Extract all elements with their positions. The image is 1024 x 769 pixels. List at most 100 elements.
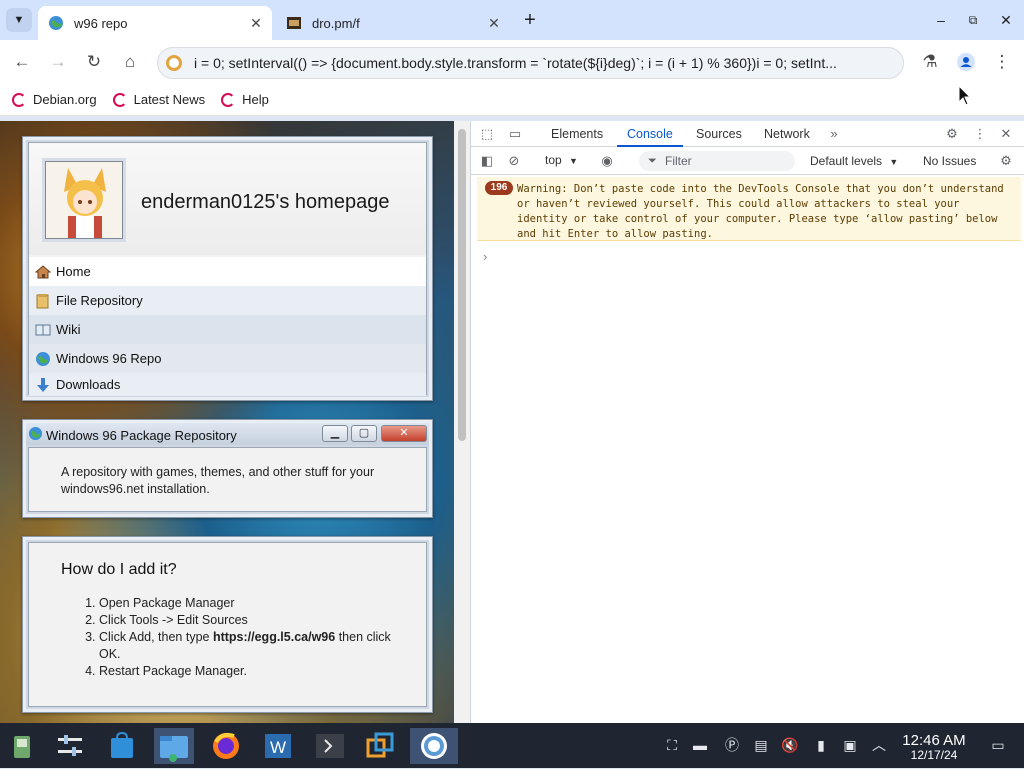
house-icon <box>35 264 51 278</box>
tray-expand-icon[interactable]: ︿ <box>869 735 889 755</box>
minimize-button[interactable]: – <box>929 8 953 32</box>
app-launcher-button[interactable] <box>4 728 40 764</box>
bookmark-latest-news[interactable]: Latest News <box>112 92 206 107</box>
warning-count-badge: 196 <box>485 181 513 195</box>
close-tab-icon[interactable]: ✕ <box>484 15 504 32</box>
issues-button[interactable]: No Issues <box>923 154 976 168</box>
profile-icon[interactable] <box>954 50 978 74</box>
labs-flask-icon[interactable]: ⚗ <box>918 50 942 74</box>
firefox-app[interactable] <box>208 728 244 764</box>
address-text[interactable]: i = 0; setInterval(() => {document.body.… <box>194 55 884 71</box>
tab-elements[interactable]: Elements <box>551 121 603 147</box>
step-text: Click Tools -> Edit Sources <box>99 613 248 627</box>
tab-title: w96 repo <box>74 15 128 31</box>
file-manager-app[interactable] <box>154 728 194 764</box>
step-text: Restart Package Manager. <box>99 664 247 678</box>
chrome-app[interactable] <box>410 728 458 764</box>
debian-icon <box>221 92 236 107</box>
nav-item-wiki[interactable]: Wiki <box>29 315 426 344</box>
restore-button[interactable]: ⧉ <box>961 8 985 32</box>
close-tab-icon[interactable]: ✕ <box>246 15 266 32</box>
settings-app[interactable] <box>52 728 88 764</box>
homepage-header: enderman0125's homepage <box>29 143 426 255</box>
context-label: top <box>545 153 562 167</box>
window-titlebar[interactable]: Windows 96 Package Repository ▁ ▢ ✕ <box>26 423 429 445</box>
film-icon <box>287 17 301 29</box>
log-levels-dropdown[interactable]: Default levels ▼ <box>810 154 898 168</box>
display-icon[interactable]: ▬ <box>690 735 710 755</box>
filter-funnel-icon: ⏷ <box>648 155 657 167</box>
inspect-element-icon[interactable]: ⬚ <box>477 124 497 144</box>
firefox-icon <box>213 732 239 759</box>
globe-icon <box>49 16 63 30</box>
filter-placeholder: Filter <box>665 154 692 168</box>
clear-console-icon[interactable]: ⊘ <box>504 151 524 171</box>
tab-search-button[interactable]: ▼ <box>6 8 32 32</box>
more-tabs-icon[interactable]: » <box>824 124 844 144</box>
eye-icon[interactable]: ◉ <box>597 151 617 171</box>
step-text: Click Add, then type <box>99 630 213 644</box>
terminal-app[interactable] <box>312 728 348 764</box>
volume-muted-icon[interactable]: 🔇 <box>780 735 800 755</box>
step-item: Restart Package Manager. <box>99 663 403 680</box>
site-info-icon[interactable] <box>166 55 182 71</box>
window-close-button[interactable]: ✕ <box>381 425 427 442</box>
tab-network[interactable]: Network <box>764 121 810 147</box>
nav-label: Downloads <box>56 377 121 392</box>
scrollbar-thumb[interactable] <box>458 129 466 441</box>
devtools-menu-icon[interactable]: ⋮ <box>970 124 990 144</box>
network-icon[interactable]: ▣ <box>840 735 860 755</box>
howto-steps: Open Package Manager Click Tools -> Edit… <box>83 595 403 680</box>
tab-w96-repo[interactable]: w96 repo ✕ <box>38 6 272 40</box>
settings-gear-icon[interactable]: ⚙ <box>942 124 962 144</box>
new-tab-button[interactable]: + <box>518 8 542 32</box>
close-window-button[interactable]: ✕ <box>994 8 1018 32</box>
console-prompt[interactable]: › <box>483 249 487 264</box>
nav-item-file-repository[interactable]: File Repository <box>29 286 426 315</box>
forward-icon[interactable]: → <box>46 50 70 74</box>
menu-kebab-icon[interactable]: ⋮ <box>990 50 1014 74</box>
network-share-icon[interactable]: ⛶ <box>662 735 682 755</box>
repo-description: A repository with games, themes, and oth… <box>61 465 375 496</box>
bookmark-label: Latest News <box>133 92 206 107</box>
debian-icon <box>112 92 127 107</box>
tab-dro-pm[interactable]: dro.pm/f ✕ <box>276 6 510 40</box>
show-desktop-icon[interactable]: ▭ <box>988 735 1008 755</box>
nav-item-home[interactable]: Home <box>29 257 426 286</box>
bookmark-help[interactable]: Help <box>221 92 269 107</box>
bookmark-debian-org[interactable]: Debian.org <box>12 92 97 107</box>
address-bar[interactable]: i = 0; setInterval(() => {document.body.… <box>157 47 904 79</box>
nav-label: Windows 96 Repo <box>56 351 162 366</box>
context-selector[interactable]: top ▼ <box>545 153 578 167</box>
sliders-icon <box>58 735 82 756</box>
devtools-tabbar: ⬚ ▭ Elements Console Sources Network » ⚙… <box>471 121 1024 147</box>
nav-item-windows-96-repo[interactable]: Windows 96 Repo <box>29 344 426 373</box>
page-scrollbar[interactable] <box>454 121 470 723</box>
back-icon[interactable]: ← <box>10 50 34 74</box>
window-maximize-button[interactable]: ▢ <box>351 425 377 442</box>
tab-console[interactable]: Console <box>617 121 683 147</box>
reload-icon[interactable]: ↻ <box>82 50 106 74</box>
filter-input[interactable]: ⏷ Filter <box>639 151 795 171</box>
nav-item-downloads[interactable]: Downloads <box>29 373 426 396</box>
word-app[interactable]: W <box>260 728 296 764</box>
close-devtools-icon[interactable]: ✕ <box>996 124 1016 144</box>
home-icon[interactable]: ⌂ <box>118 50 142 74</box>
download-arrow-icon <box>37 377 49 392</box>
clock-date[interactable]: 12/17/24 <box>896 748 972 762</box>
sidebar-toggle-icon[interactable]: ◧ <box>477 151 497 171</box>
store-app[interactable] <box>104 728 140 764</box>
globe-icon <box>36 351 50 366</box>
remote-desktop-app[interactable] <box>362 728 398 764</box>
clipboard-p-icon[interactable]: Ⓟ <box>722 735 742 755</box>
battery-icon[interactable]: ▮ <box>811 735 831 755</box>
tab-sources[interactable]: Sources <box>696 121 742 147</box>
window-minimize-button[interactable]: ▁ <box>322 425 348 442</box>
chevron-down-icon: ▼ <box>13 14 25 26</box>
console-settings-gear-icon[interactable]: ⚙ <box>996 151 1016 171</box>
clock-time[interactable]: 12:46 AM <box>896 732 972 749</box>
notes-icon[interactable]: ▤ <box>751 735 771 755</box>
step-item: Click Add, then type https://egg.l5.ca/w… <box>99 629 403 663</box>
device-toolbar-icon[interactable]: ▭ <box>505 124 525 144</box>
folder-icon <box>36 293 49 308</box>
